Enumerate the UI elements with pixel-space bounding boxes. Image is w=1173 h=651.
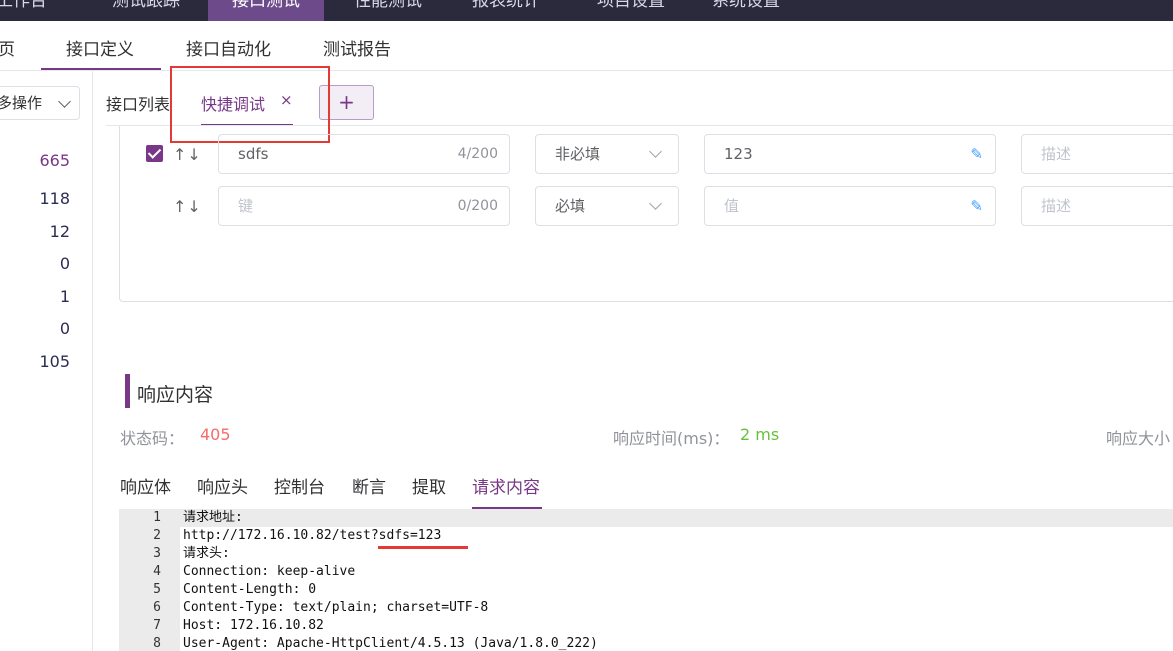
edit-icon[interactable]: ✎ — [970, 135, 983, 173]
param-value-input[interactable]: 值 ✎ — [704, 186, 996, 226]
tab-extract[interactable]: 提取 — [412, 473, 446, 498]
tab-response-body[interactable]: 响应体 — [120, 473, 171, 498]
code-line: 5 Content-Length: 0 — [119, 581, 1173, 599]
status-code: 405 — [200, 425, 231, 444]
code-line: 4 Connection: keep-alive — [119, 563, 1173, 581]
subnav-api-definition[interactable]: 接口定义 — [66, 35, 134, 60]
edit-icon[interactable]: ✎ — [970, 187, 983, 225]
response-size-label: 响应大小 — [1106, 429, 1171, 448]
response-time-label: 响应时间(ms)： — [613, 429, 730, 448]
param-value-placeholder: 值 — [724, 197, 740, 215]
nav-test-track[interactable]: 测试跟踪 — [112, 0, 180, 21]
nav-system-settings[interactable]: 系统设置 — [712, 0, 780, 21]
module-count: 118 — [39, 189, 70, 208]
line-number: 6 — [153, 600, 161, 615]
nav-reports[interactable]: 报表统计 — [472, 0, 540, 21]
chevron-down-icon — [58, 95, 71, 108]
nav-api-test[interactable]: 接口测试 — [208, 0, 324, 21]
line-text: Connection: keep-alive — [183, 564, 356, 579]
required-value: 必填 — [555, 197, 586, 215]
required-select[interactable]: 必填 — [535, 186, 679, 226]
param-desc-input[interactable]: 描述 — [1021, 186, 1173, 226]
tab-request-content[interactable]: 请求内容 — [472, 473, 540, 498]
line-number: 3 — [153, 546, 161, 561]
subnav-home[interactable]: 页 — [0, 35, 15, 60]
param-key-input[interactable]: 键 0/200 — [218, 186, 510, 226]
line-number: 2 — [153, 528, 161, 543]
tab-console[interactable]: 控制台 — [274, 473, 325, 498]
line-text: Host: 172.16.10.82 — [183, 618, 324, 633]
chevron-down-icon — [649, 197, 662, 210]
line-text: Content-Type: text/plain; charset=UTF-8 — [183, 600, 489, 615]
char-counter: 0/200 — [457, 198, 498, 214]
code-line: 7 Host: 172.16.10.82 — [119, 617, 1173, 635]
module-count: 0 — [59, 319, 70, 338]
code-line: 8 User-Agent: Apache-HttpClient/4.5.13 (J… — [119, 635, 1173, 651]
module-count: 665 — [39, 151, 70, 170]
chevron-down-icon — [649, 145, 662, 158]
line-text: 请求地址: — [183, 510, 243, 525]
code-line: 6 Content-Type: text/plain; charset=UTF-8 — [119, 599, 1173, 617]
top-nav: 工作台 测试跟踪 接口测试 性能测试 报表统计 项目设置 系统设置 — [0, 0, 1173, 21]
module-tree-panel: 多操作 665 118 12 0 1 0 105 — [0, 71, 93, 651]
row-enable-checkbox[interactable] — [146, 145, 163, 162]
param-desc-placeholder: 描述 — [1041, 197, 1072, 215]
response-time: 2 ms — [740, 425, 780, 444]
required-value: 非必填 — [555, 145, 601, 163]
more-actions-label: 多操作 — [0, 94, 43, 112]
line-text: http://172.16.10.82/test?sdfs=123 — [183, 528, 442, 543]
line-number: 1 — [153, 510, 161, 525]
status-label: 状态码： — [120, 429, 185, 448]
param-key-input[interactable]: sdfs 4/200 — [218, 134, 510, 174]
more-actions-dropdown[interactable]: 多操作 — [0, 86, 80, 120]
param-desc-placeholder: 描述 — [1041, 145, 1072, 163]
code-line: 3 请求头: — [119, 545, 1173, 563]
highlight-underline — [378, 546, 468, 549]
char-counter: 4/200 — [457, 146, 498, 162]
tab-assertions[interactable]: 断言 — [352, 473, 386, 498]
sort-arrows-icon[interactable]: ↑↓ — [173, 145, 202, 164]
line-number: 7 — [153, 618, 161, 633]
line-text: User-Agent: Apache-HttpClient/4.5.13 (Ja… — [183, 636, 598, 651]
response-title: 响应内容 — [137, 384, 214, 406]
section-marker — [125, 374, 130, 408]
module-count: 12 — [49, 222, 70, 241]
param-value: 123 — [724, 145, 753, 163]
param-key-value: sdfs — [238, 145, 269, 163]
sort-arrows-icon[interactable]: ↑↓ — [173, 197, 202, 216]
param-value-input[interactable]: 123 ✎ — [704, 134, 996, 174]
line-number: 4 — [153, 564, 161, 579]
subnav-api-automation[interactable]: 接口自动化 — [186, 35, 271, 60]
code-line: 2 http://172.16.10.82/test?sdfs=123 — [119, 527, 1173, 545]
subnav-active-indicator — [41, 68, 161, 70]
required-select[interactable]: 非必填 — [535, 134, 679, 174]
module-count: 105 — [39, 352, 70, 371]
nav-performance[interactable]: 性能测试 — [354, 0, 422, 21]
nav-workbench[interactable]: 工作台 — [0, 0, 47, 21]
line-number: 5 — [153, 582, 161, 597]
module-count: 0 — [59, 254, 70, 273]
line-text: 请求头: — [183, 546, 230, 561]
line-number: 8 — [153, 636, 161, 651]
module-count: 1 — [59, 287, 70, 306]
sub-nav: 页 接口定义 接口自动化 测试报告 — [0, 21, 1173, 71]
param-desc-input[interactable]: 描述 — [1021, 134, 1173, 174]
param-key-placeholder: 键 — [238, 197, 254, 215]
subnav-test-report[interactable]: 测试报告 — [323, 35, 391, 60]
code-viewer[interactable]: 1 请求地址: 2 http://172.16.10.82/test?sdfs=12… — [119, 509, 1173, 651]
line-text: Content-Length: 0 — [183, 582, 317, 597]
code-line: 1 请求地址: — [119, 509, 1173, 527]
tab-response-headers[interactable]: 响应头 — [197, 473, 248, 498]
nav-project-settings[interactable]: 项目设置 — [597, 0, 665, 21]
tab-api-list[interactable]: 接口列表 — [106, 91, 170, 115]
